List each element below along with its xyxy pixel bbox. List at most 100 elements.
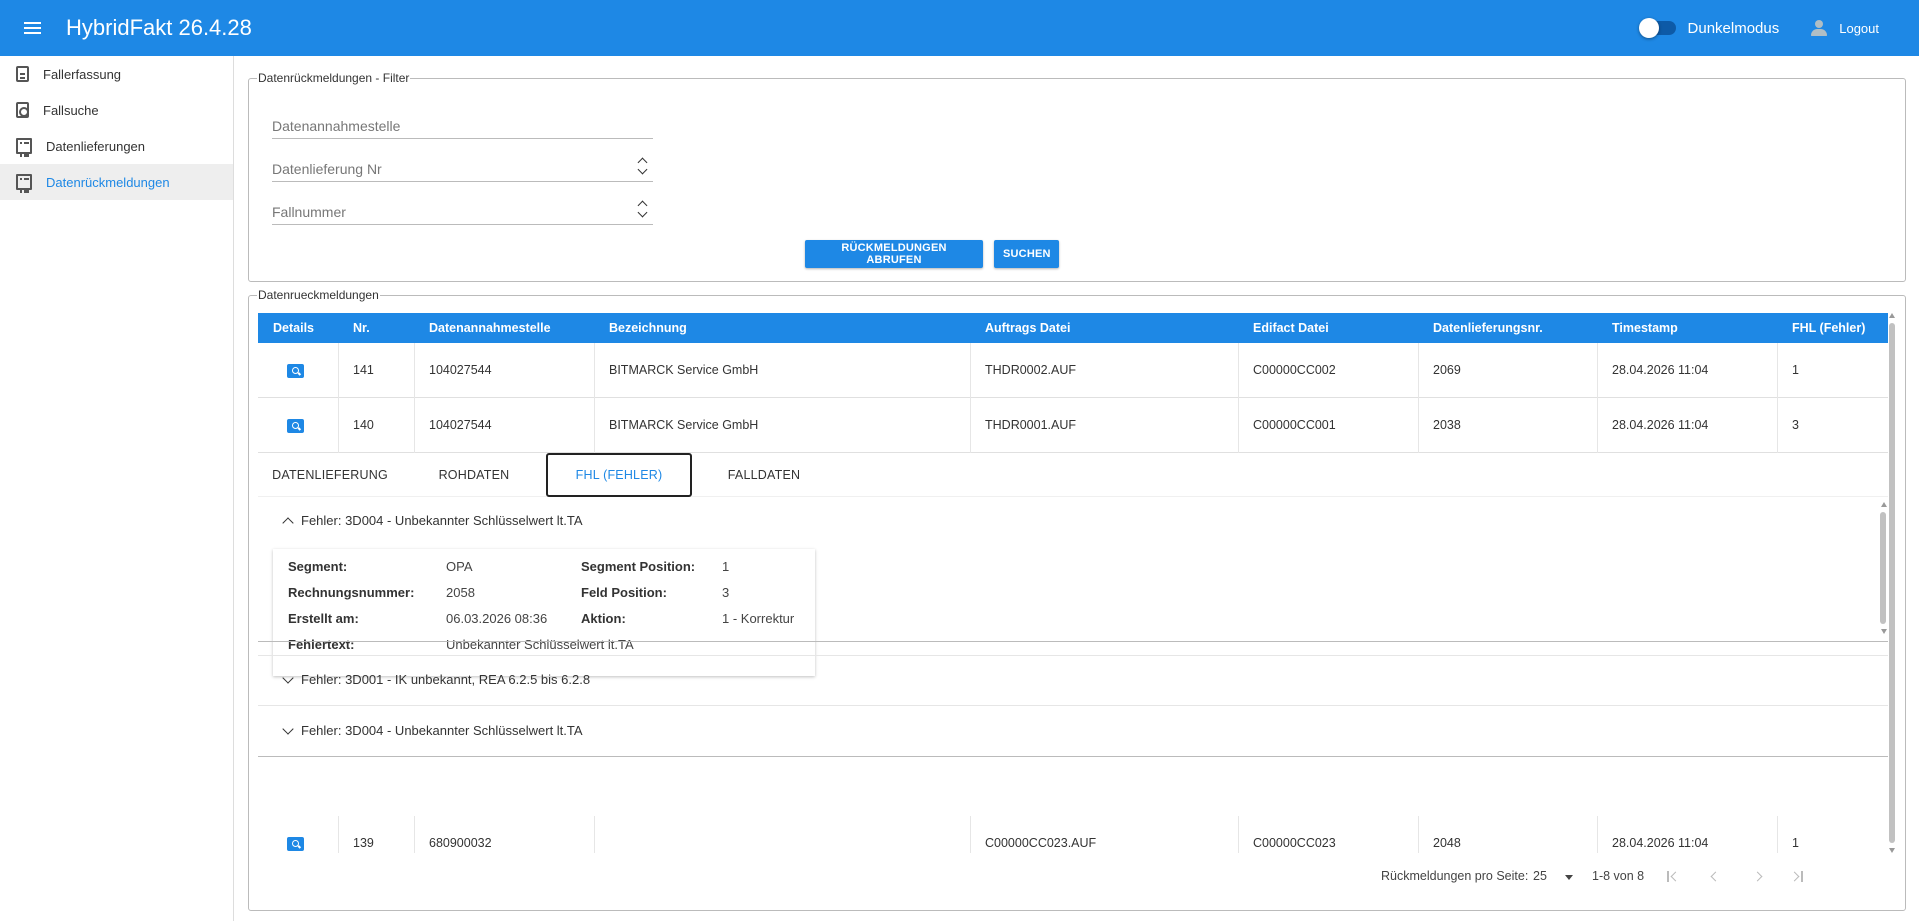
tab-fhl-fehler[interactable]: FHL (FEHLER) [546, 453, 692, 497]
cell-bezeichnung [594, 816, 970, 853]
cell-timestamp: 28.04.2026 11:04 [1597, 816, 1777, 853]
table-row[interactable]: 139 680900032 C00000CC023.AUF C00000CC02… [258, 816, 1888, 853]
logout-button[interactable]: Logout [1809, 18, 1879, 38]
per-page-label: Rückmeldungen pro Seite: [1381, 869, 1529, 883]
error-panel-header[interactable]: Fehler: 3D004 - Unbekannter Schlüsselwer… [282, 722, 583, 738]
list-icon [16, 138, 32, 154]
cell-datenannahmestelle: 680900032 [414, 816, 594, 853]
cell-datenlieferungsnr: 2038 [1418, 398, 1597, 453]
cell-nr: 141 [338, 343, 414, 398]
aktion-value: 1 - Korrektur [722, 611, 795, 626]
menu-icon[interactable] [20, 15, 46, 41]
column-header: Auftrags Datei [985, 321, 1071, 335]
number-spinner-icon[interactable] [637, 155, 649, 179]
table-row[interactable]: 141 104027544 BITMARCK Service GmbH THDR… [258, 343, 1888, 398]
tab-rohdaten[interactable]: ROHDATEN [402, 453, 546, 497]
erstellt-am-value: 06.03.2026 08:36 [446, 611, 548, 626]
results-table: Details Nr. Datenannahmestelle Bezeichnu… [258, 313, 1888, 853]
sidebar-item-label: Datenlieferungen [46, 138, 146, 154]
detail-tabs: DATENLIEFERUNG ROHDATEN FHL (FEHLER) FAL… [258, 453, 1888, 497]
erstellt-am-label: Erstellt am: [288, 611, 359, 626]
datenannahmestelle-field[interactable] [272, 109, 653, 139]
per-page-value: 25 [1533, 869, 1547, 883]
cell-fhl: 1 [1777, 816, 1888, 853]
details-scrollbar[interactable] [1880, 502, 1887, 634]
error-title: Fehler: 3D004 - Unbekannter Schlüsselwer… [301, 513, 583, 528]
filter-panel: Datenrückmeldungen - Filter RÜCKMELDUNGE… [248, 71, 1906, 282]
column-header: Bezeichnung [609, 321, 687, 335]
filter-legend: Datenrückmeldungen - Filter [257, 71, 411, 85]
feld-position-value: 3 [722, 585, 730, 600]
last-page-icon[interactable] [1789, 870, 1804, 884]
dark-mode-toggle[interactable] [1638, 18, 1676, 38]
feld-position-label: Feld Position: [581, 585, 667, 600]
number-spinner-icon[interactable] [637, 198, 649, 222]
previous-page-icon[interactable] [1708, 870, 1722, 884]
cell-datenlieferungsnr: 2048 [1418, 816, 1597, 853]
app-title: HybridFakt 26.4.28 [66, 15, 252, 40]
tab-falldaten[interactable]: FALLDATEN [692, 453, 836, 497]
sidebar-item-datenrueckmeldungen[interactable]: Datenrückmeldungen [0, 164, 233, 200]
details-search-icon[interactable] [287, 419, 304, 433]
datenannahmestelle-input[interactable] [272, 118, 612, 134]
dark-mode-label: Dunkelmodus [1687, 19, 1780, 37]
fallnummer-field[interactable] [272, 195, 653, 225]
cell-nr: 139 [338, 816, 414, 853]
rueckmeldungen-abrufen-button[interactable]: RÜCKMELDUNGEN ABRUFEN [805, 240, 983, 268]
next-page-icon[interactable] [1752, 870, 1766, 884]
first-page-icon[interactable] [1666, 870, 1681, 884]
cell-auftrags-datei: C00000CC023.AUF [970, 816, 1238, 853]
sidebar-item-datenlieferungen[interactable]: Datenlieferungen [0, 128, 233, 164]
error-panel-header[interactable]: Fehler: 3D004 - Unbekannter Schlüsselwer… [282, 513, 583, 529]
sidebar-item-fallerfassung[interactable]: Fallerfassung [0, 56, 233, 92]
segment-value: OPA [446, 559, 473, 574]
cell-datenannahmestelle: 104027544 [414, 398, 594, 453]
cell-datenlieferungsnr: 2069 [1418, 343, 1597, 398]
divider [258, 655, 1888, 656]
cell-timestamp: 28.04.2026 11:04 [1597, 398, 1777, 453]
chevron-down-icon [282, 722, 294, 735]
details-search-icon[interactable] [287, 837, 304, 851]
aktion-label: Aktion: [581, 611, 626, 626]
tab-datenlieferung[interactable]: DATENLIEFERUNG [258, 453, 402, 497]
sidebar-item-label: Fallsuche [43, 102, 99, 118]
top-app-bar: HybridFakt 26.4.28 Dunkelmodus Logout [0, 0, 1919, 56]
cell-fhl: 3 [1777, 398, 1888, 453]
fallnummer-input[interactable] [272, 204, 612, 220]
error-detail-card: Segment: OPA Segment Position: 1 Rechnun… [273, 549, 815, 676]
cell-auftrags-datei: THDR0001.AUF [970, 398, 1238, 453]
datenlieferung-nr-field[interactable] [272, 152, 653, 182]
sidebar-item-label: Datenrückmeldungen [46, 174, 170, 190]
document-icon [16, 66, 29, 82]
column-header: Datenlieferungsnr. [1433, 321, 1543, 335]
table-header: Details Nr. Datenannahmestelle Bezeichnu… [258, 313, 1888, 343]
suchen-button[interactable]: SUCHEN [994, 240, 1059, 268]
cell-edifact-datei: C00000CC002 [1238, 343, 1418, 398]
cell-bezeichnung: BITMARCK Service GmbH [594, 343, 970, 398]
segment-label: Segment: [288, 559, 348, 574]
per-page-select[interactable]: 25 [1526, 864, 1580, 890]
search-document-icon [16, 102, 29, 118]
page-range: 1-8 von 8 [1592, 869, 1645, 883]
error-panel-header[interactable]: Fehler: 3D001 - IK unbekannt, REA 6.2.5 … [282, 671, 591, 687]
sidebar-item-fallsuche[interactable]: Fallsuche [0, 92, 233, 128]
rechnungsnummer-value: 2058 [446, 585, 475, 600]
pagination: Rückmeldungen pro Seite: 25 1-8 von 8 [258, 853, 1888, 901]
datenlieferung-nr-input[interactable] [272, 161, 612, 177]
chevron-up-icon [282, 517, 294, 529]
list-icon [16, 174, 32, 190]
dropdown-arrow-icon [1565, 875, 1573, 880]
sidebar: Fallerfassung Fallsuche Datenlieferungen… [0, 56, 234, 921]
fehlertext-label: Fehlertext: [288, 637, 355, 652]
column-header: Datenannahmestelle [429, 321, 551, 335]
column-header: FHL (Fehler) [1792, 321, 1866, 335]
table-scrollbar[interactable] [1888, 313, 1896, 853]
row-details: DATENLIEFERUNG ROHDATEN FHL (FEHLER) FAL… [258, 453, 1888, 806]
segment-position-label: Segment Position: [581, 559, 696, 574]
column-header: Edifact Datei [1253, 321, 1329, 335]
details-search-icon[interactable] [287, 364, 304, 378]
table-row[interactable]: 140 104027544 BITMARCK Service GmbH THDR… [258, 398, 1888, 453]
cell-bezeichnung: BITMARCK Service GmbH [594, 398, 970, 453]
cell-edifact-datei: C00000CC001 [1238, 398, 1418, 453]
error-title: Fehler: 3D001 - IK unbekannt, REA 6.2.5 … [301, 672, 591, 687]
